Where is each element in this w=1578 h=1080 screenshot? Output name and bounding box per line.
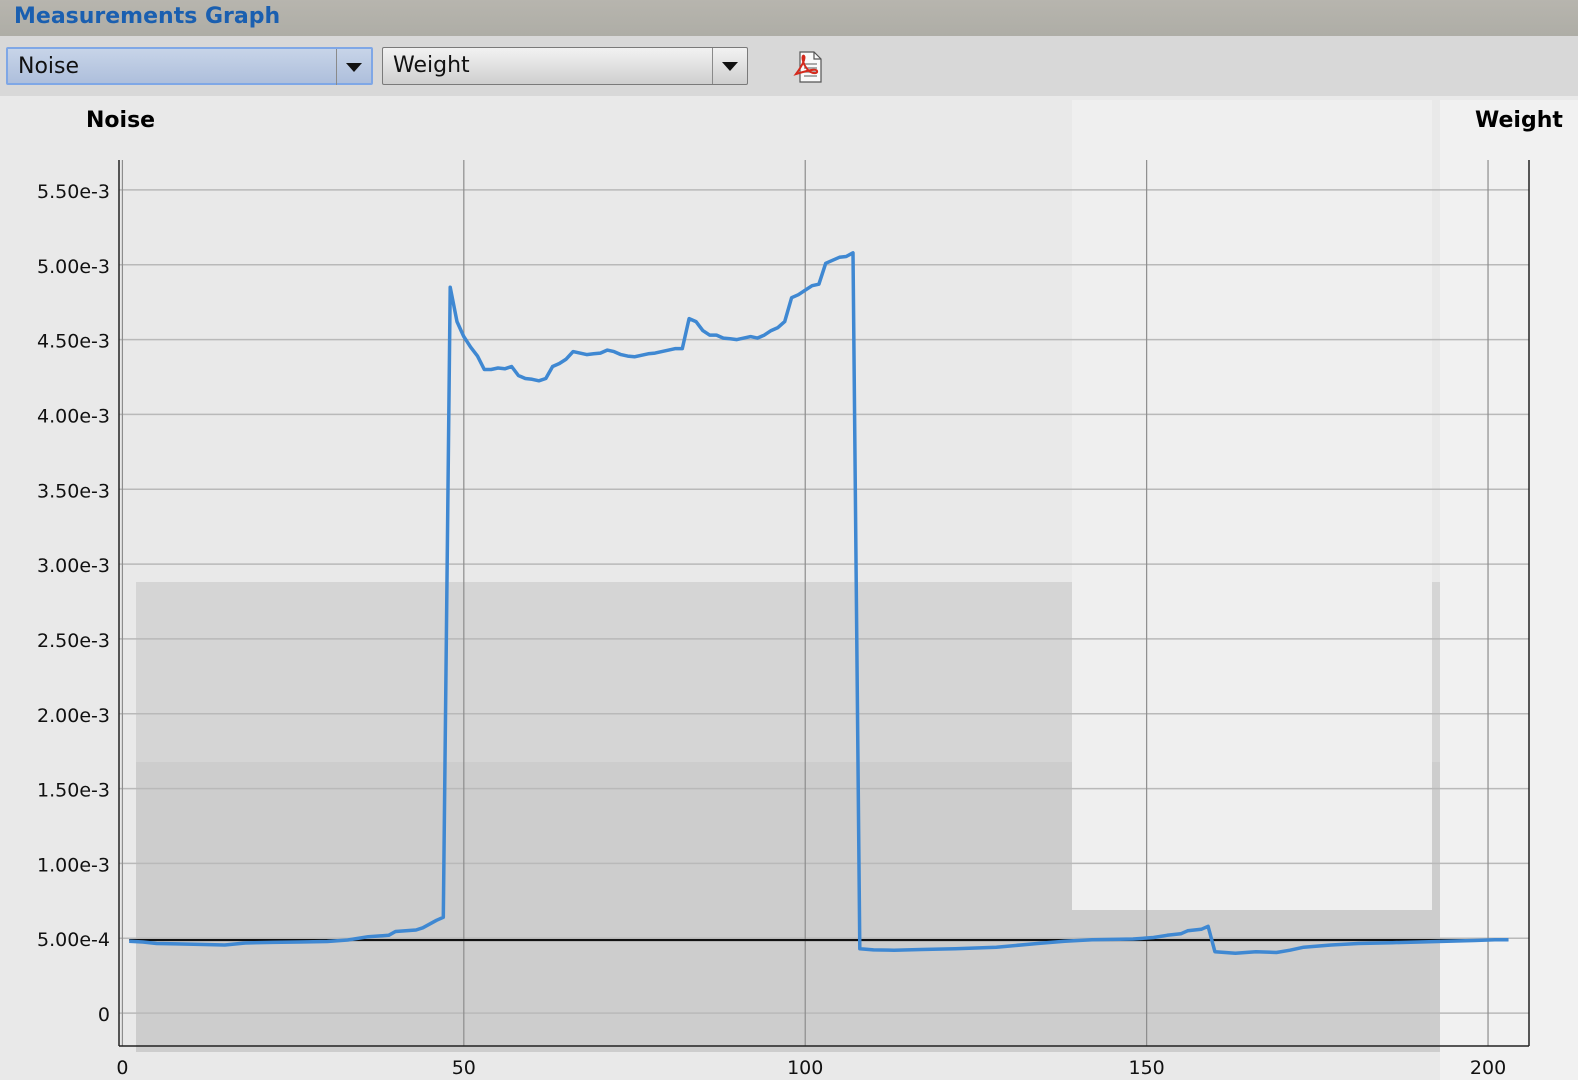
y-tick-label: 3.00e-3 bbox=[37, 555, 110, 577]
y-tick-label: 5.50e-3 bbox=[37, 181, 110, 203]
y-tick-label: 0 bbox=[98, 1004, 110, 1026]
y-tick-label: 5.00e-4 bbox=[37, 929, 110, 951]
y-tick-label: 4.50e-3 bbox=[37, 331, 110, 353]
y-tick-label: 1.00e-3 bbox=[37, 854, 110, 876]
measurements-chart[interactable]: 0 5.00e-4 1.00e-3 1.50e-3 2.00e-3 2.50e-3 3.00… bbox=[0, 0, 1578, 1080]
x-tick-label: 200 bbox=[1470, 1057, 1506, 1079]
x-tick-label: 100 bbox=[787, 1057, 823, 1079]
noise-series-line bbox=[129, 251, 1509, 955]
y-tick-label: 2.00e-3 bbox=[37, 705, 110, 727]
y-tick-label: 1.50e-3 bbox=[37, 780, 110, 802]
x-tick-label: 50 bbox=[452, 1057, 476, 1079]
y-tick-label: 4.00e-3 bbox=[37, 405, 110, 427]
x-tick-label: 0 bbox=[116, 1057, 128, 1079]
y-tick-label: 5.00e-3 bbox=[37, 256, 110, 278]
y-tick-label: 3.50e-3 bbox=[37, 480, 110, 502]
x-tick-label: 150 bbox=[1128, 1057, 1164, 1079]
y-tick-label: 2.50e-3 bbox=[37, 630, 110, 652]
